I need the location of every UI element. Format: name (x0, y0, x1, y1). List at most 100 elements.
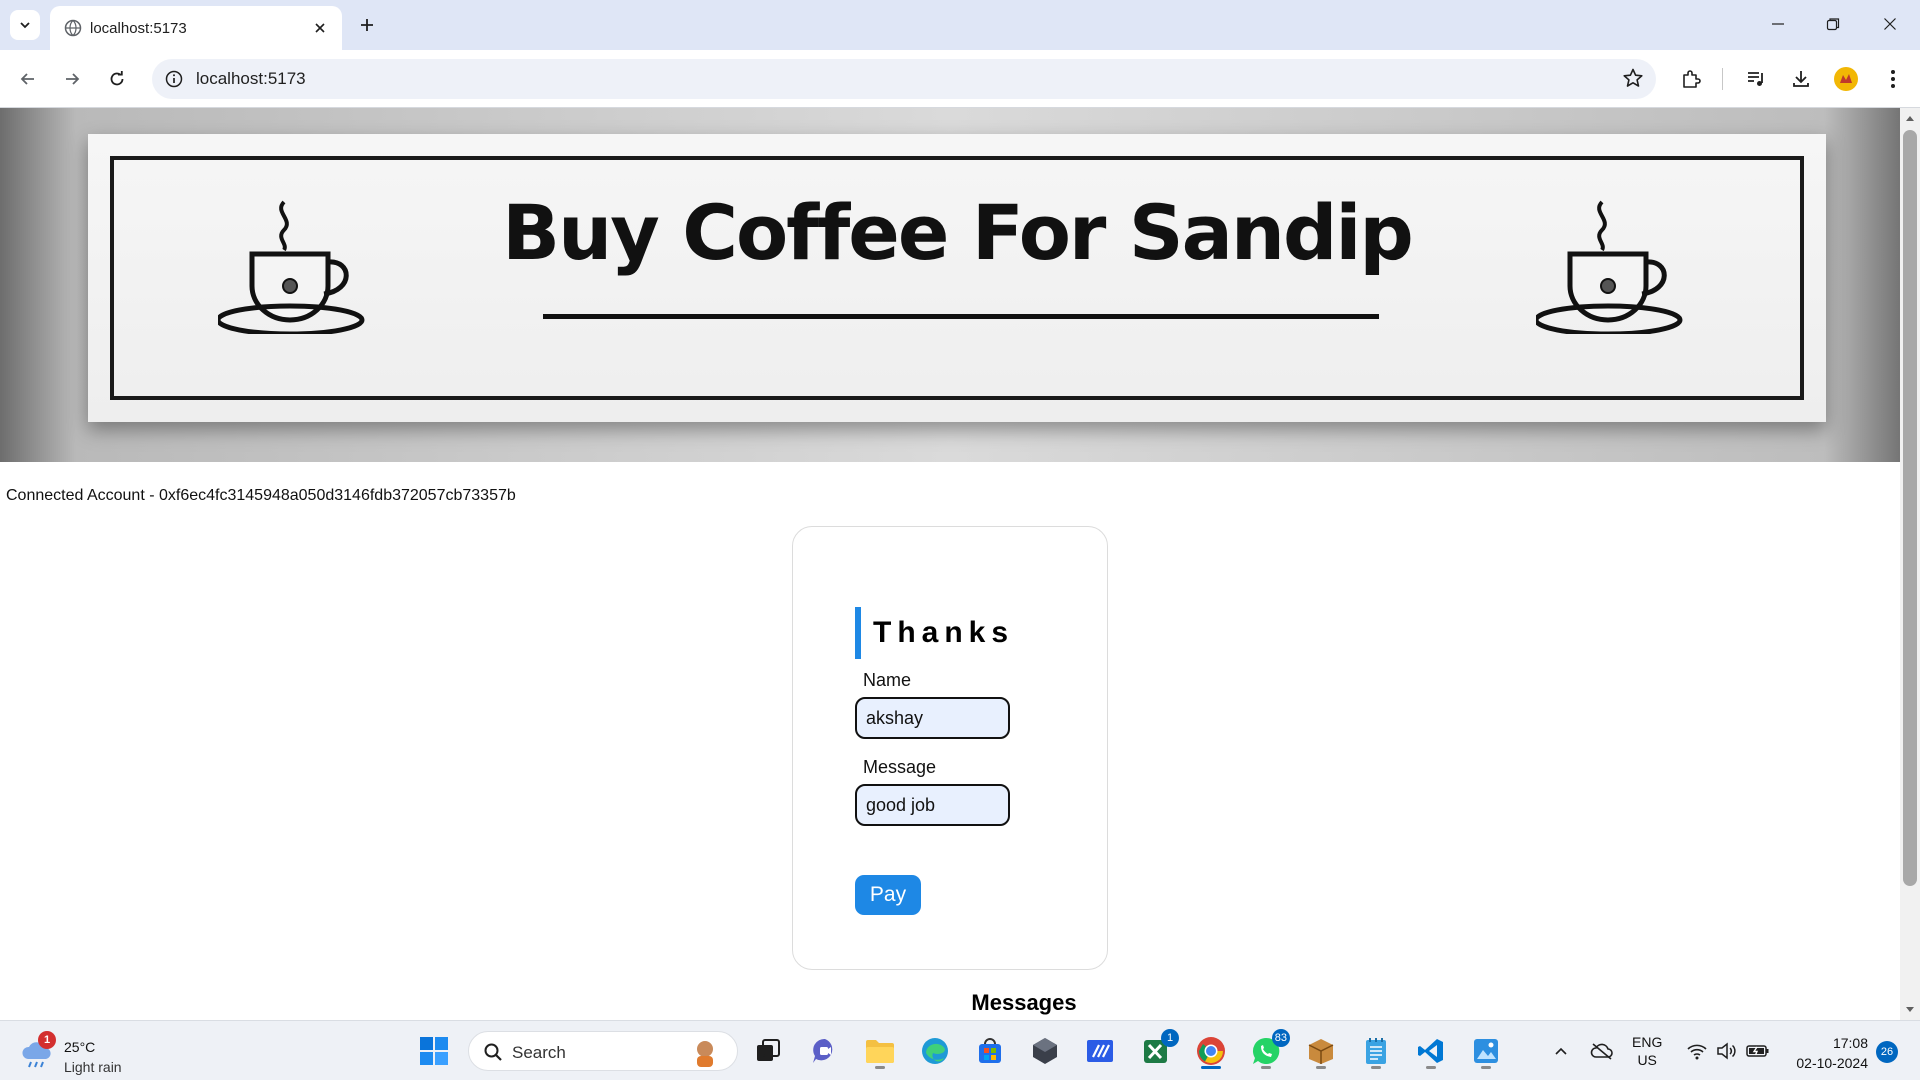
messages-heading: Messages (971, 990, 1077, 1015)
tab-title: localhost:5173 (90, 20, 187, 37)
taskbar-search[interactable]: Search (468, 1031, 738, 1071)
profile-avatar[interactable] (1832, 65, 1860, 93)
running-indicator (1316, 1066, 1326, 1069)
scroll-down-icon[interactable] (1900, 1002, 1920, 1018)
toolbar-divider (1722, 68, 1723, 90)
banner-sign: Buy Coffee For Sandip (88, 134, 1826, 422)
input-language-region: US (1637, 1052, 1657, 1068)
weather-alert-badge: 1 (38, 1031, 56, 1049)
start-button[interactable] (414, 1031, 454, 1071)
site-info-icon[interactable] (162, 67, 186, 91)
puzzle-icon (1683, 70, 1701, 88)
back-button[interactable] (12, 63, 44, 95)
notepad-icon (1366, 1038, 1386, 1064)
package-box-icon (1308, 1039, 1334, 1064)
image-editor-icon (1474, 1039, 1498, 1063)
restore-icon (1826, 18, 1840, 31)
pay-button[interactable]: Pay (855, 875, 921, 915)
whatsapp-badge: 83 (1271, 1029, 1290, 1047)
payment-card: Thanks Name Message Pay (792, 526, 1108, 970)
extensions-button[interactable] (1677, 65, 1705, 93)
running-indicator (1371, 1066, 1381, 1069)
address-bar[interactable]: localhost:5173 (152, 59, 1656, 99)
browser-tabbar: localhost:5173 (0, 0, 1920, 50)
task-view-icon (757, 1039, 780, 1061)
connected-account: Connected Account - 0xf6ec4fc3145948a050… (6, 487, 516, 505)
bookmark-star-icon[interactable] (1622, 67, 1644, 94)
page-scrollbar[interactable] (1900, 108, 1920, 1020)
taskbar-edge[interactable] (915, 1031, 955, 1071)
close-icon (1884, 18, 1896, 30)
reload-button[interactable] (101, 63, 133, 95)
taskbar-notepad[interactable] (1356, 1031, 1396, 1071)
chrome-icon (1197, 1037, 1225, 1065)
browser-toolbar: localhost:5173 (0, 50, 1920, 108)
taskbar-app-dark[interactable] (1025, 1031, 1065, 1071)
volume-icon (1717, 1042, 1736, 1060)
tray-volume[interactable] (1714, 1021, 1740, 1080)
scroll-thumb[interactable] (1903, 130, 1917, 886)
taskbar-file-explorer[interactable] (860, 1031, 900, 1071)
taskbar-whatsapp[interactable]: 83 (1246, 1029, 1290, 1071)
cube-app-icon (1033, 1038, 1057, 1064)
forward-button[interactable] (56, 63, 88, 95)
card-heading: Thanks (855, 607, 1014, 659)
taskbar-task-view[interactable] (748, 1031, 788, 1071)
new-tab-button[interactable] (352, 10, 382, 40)
taskbar-vscode[interactable] (1411, 1031, 1451, 1071)
clock-date: 02-10-2024 (1796, 1055, 1868, 1071)
banner-image: Buy Coffee For Sandip (0, 108, 1900, 462)
downloads-button[interactable] (1787, 65, 1815, 93)
profile-avatar-icon (1834, 67, 1858, 91)
weather-widget[interactable]: 1 25°C Light rain (20, 1029, 140, 1075)
minimize-icon (1772, 23, 1784, 25)
close-window-button[interactable] (1868, 8, 1912, 40)
search-highlight-icon (697, 1041, 713, 1067)
taskbar-excel[interactable]: 1 (1135, 1029, 1179, 1071)
media-control-button[interactable] (1742, 65, 1770, 93)
name-input[interactable] (855, 697, 1010, 739)
running-indicator (875, 1066, 885, 1069)
taskbar-teams[interactable] (805, 1031, 845, 1071)
more-vertical-icon (1891, 70, 1895, 88)
weather-description: Light rain (64, 1059, 122, 1075)
taskbar-package-app[interactable] (1301, 1031, 1341, 1071)
input-language[interactable]: ENG US (1632, 1033, 1662, 1069)
coffee-cup-icon (1536, 200, 1683, 334)
battery-charging-icon (1746, 1045, 1769, 1057)
restore-button[interactable] (1811, 8, 1855, 40)
taskbar-paint-app[interactable] (1466, 1031, 1506, 1071)
taskbar-store[interactable] (970, 1031, 1010, 1071)
edge-browser-icon (922, 1038, 948, 1064)
plus-icon (361, 19, 373, 31)
tray-overflow-button[interactable] (1548, 1021, 1574, 1080)
chevron-down-icon (20, 22, 30, 29)
arrow-left-icon (20, 73, 34, 85)
browser-menu-button[interactable] (1879, 65, 1907, 93)
tray-onedrive[interactable] (1588, 1021, 1616, 1080)
running-indicator-active (1201, 1066, 1221, 1069)
taskbar-remote-app[interactable] (1080, 1031, 1120, 1071)
tab-search-button[interactable] (10, 10, 40, 40)
windows-logo-icon (420, 1037, 448, 1065)
search-icon (484, 1043, 502, 1061)
taskbar-clock[interactable]: 17:08 02-10-2024 (1782, 1033, 1868, 1073)
running-indicator (1426, 1066, 1436, 1069)
folder-icon (866, 1040, 894, 1063)
name-label: Name (863, 670, 912, 690)
message-input[interactable] (855, 784, 1010, 826)
store-bag-icon (979, 1038, 1001, 1063)
vscode-icon (1418, 1039, 1443, 1063)
tray-battery[interactable] (1744, 1021, 1772, 1080)
url-text: localhost:5173 (196, 69, 306, 88)
scroll-up-icon[interactable] (1900, 110, 1920, 126)
browser-tab-active[interactable]: localhost:5173 (50, 6, 342, 50)
minimize-button[interactable] (1756, 8, 1800, 40)
download-icon (1793, 71, 1809, 87)
taskbar-chrome[interactable] (1191, 1031, 1231, 1071)
notification-badge[interactable]: 26 (1876, 1041, 1898, 1063)
message-label: Message (863, 757, 937, 777)
tab-close-icon[interactable] (308, 16, 332, 40)
wifi-icon (1687, 1044, 1707, 1060)
tray-wifi[interactable] (1684, 1021, 1710, 1080)
